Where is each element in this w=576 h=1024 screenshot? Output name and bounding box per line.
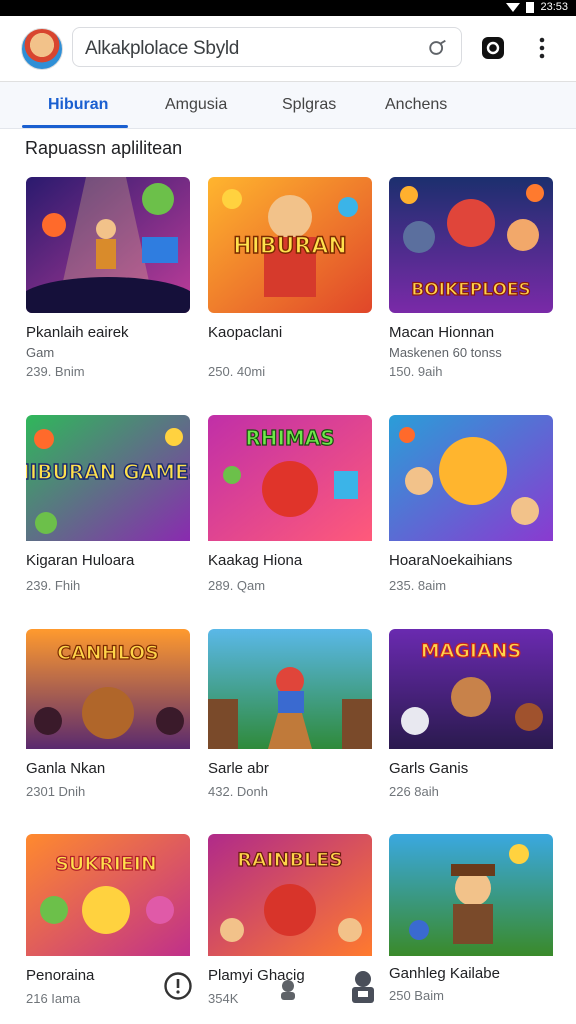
app-card[interactable]: Sarle abr 432. Donh — [208, 629, 372, 799]
app-thumbnail: HIBURAN GAMES — [26, 415, 190, 551]
tab-amgusia[interactable]: Amgusia — [165, 96, 227, 114]
search-input[interactable]: Alkakplolace Sbyld — [72, 27, 462, 67]
tab-hiburan[interactable]: Hiburan — [48, 96, 108, 114]
info-icon[interactable] — [163, 971, 193, 1001]
app-meta: 239. Fhih — [26, 578, 81, 593]
search-icon[interactable] — [427, 37, 449, 59]
more-vert-icon[interactable] — [530, 36, 554, 60]
app-meta: 250 Baim — [389, 988, 444, 1003]
app-title: Kigaran Huloara — [26, 552, 135, 569]
search-text: Alkakplolace Sbyld — [85, 38, 240, 59]
thumb-text: CANHLOS — [57, 642, 159, 664]
app-thumbnail — [208, 629, 372, 765]
avatar[interactable] — [21, 28, 63, 70]
profile-icon[interactable] — [349, 970, 377, 1004]
app-meta: 216 Iama — [26, 991, 81, 1006]
app-card[interactable]: HIBURAN GAMES Kigaran Huloara 239. Fhih — [26, 415, 190, 593]
app-thumbnail — [389, 415, 553, 551]
app-meta: 150. 9aih — [389, 364, 443, 379]
app-meta: 354K — [208, 991, 239, 1006]
person-icon[interactable] — [275, 977, 301, 1003]
app-meta: 250. 40mi — [208, 364, 266, 379]
thumb-text: BOIKEPLOES — [411, 280, 531, 300]
wifi-icon — [506, 2, 521, 12]
battery-icon — [526, 1, 535, 13]
app-title: Macan Hionnan — [389, 324, 495, 341]
app-card[interactable]: RAINBLES Plamyi Ghacig 354K — [208, 834, 372, 1006]
tab-indicator — [22, 125, 128, 128]
app-thumbnail: BOIKEPLOES — [389, 177, 553, 313]
app-thumbnail: HIBURAN — [208, 177, 372, 313]
app-card[interactable]: RHIMAS Kaakag Hiona 289. Qam — [208, 415, 372, 593]
app-card[interactable]: Pkanlaih eairek Gam 239. Bnim — [26, 177, 190, 379]
tab-anchens[interactable]: Anchens — [385, 96, 447, 114]
app-card[interactable]: Ganhleg Kailabe 250 Baim — [389, 834, 553, 1003]
app-thumbnail: RHIMAS — [208, 415, 372, 551]
thumb-text: HIBURAN — [233, 234, 347, 259]
app-meta: 235. 8aim — [389, 578, 447, 593]
app-card[interactable]: HoaraNoekaihians 235. 8aim — [389, 415, 553, 593]
app-title: Penoraina — [26, 967, 95, 984]
thumb-text: RHIMAS — [245, 426, 334, 450]
tab-splgras[interactable]: Splgras — [282, 96, 336, 114]
app-title: Ganhleg Kailabe — [389, 965, 500, 982]
app-title: Kaakag Hiona — [208, 552, 303, 569]
app-meta: 239. Bnim — [26, 364, 85, 379]
app-title: Garls Ganis — [389, 760, 469, 777]
tab-bar: Hiburan Amgusia Splgras Anchens — [0, 82, 576, 129]
app-thumbnail — [389, 834, 553, 970]
thumb-text: SUKRIEIN — [55, 853, 157, 875]
app-meta: 2301 Dnih — [26, 784, 86, 799]
app-title: Pkanlaih eairek — [26, 324, 129, 341]
app-card[interactable]: HIBURAN Kaopaclani 250. 40mi — [208, 177, 372, 379]
section-title: Rapuassn aplilitean — [25, 138, 183, 158]
app-bar: Alkakplolace Sbyld — [0, 16, 576, 82]
status-bar: 23:53 — [0, 0, 576, 16]
app-card[interactable]: CANHLOS Ganla Nkan 2301 Dnih — [26, 629, 190, 799]
app-title: HoaraNoekaihians — [389, 552, 513, 569]
app-thumbnail — [26, 177, 190, 313]
app-thumbnail: CANHLOS — [26, 629, 190, 765]
app-thumbnail: RAINBLES — [208, 834, 372, 970]
thumb-text: MAGIANS — [421, 640, 522, 662]
status-time: 23:53 — [540, 1, 568, 13]
app-card[interactable]: SUKRIEIN Penoraina 216 Iama — [26, 834, 190, 1006]
app-card[interactable]: BOIKEPLOES Macan Hionnan Maskenen 60 ton… — [389, 177, 553, 379]
app-category: Gam — [26, 345, 55, 360]
thumb-text: HIBURAN GAMES — [26, 460, 190, 484]
app-card[interactable]: MAGIANS Garls Ganis 226 8aih — [389, 629, 553, 799]
app-category: Maskenen 60 tonss — [389, 345, 502, 360]
app-thumbnail: MAGIANS — [389, 629, 553, 765]
app-meta: 289. Qam — [208, 578, 266, 593]
app-title: Kaopaclani — [208, 324, 283, 341]
app-meta: 226 8aih — [389, 784, 439, 799]
app-title: Sarle abr — [208, 760, 269, 777]
app-icon[interactable] — [481, 36, 505, 60]
app-thumbnail: SUKRIEIN — [26, 834, 190, 970]
thumb-text: RAINBLES — [237, 849, 343, 871]
app-title: Ganla Nkan — [26, 760, 106, 777]
app-meta: 432. Donh — [208, 784, 268, 799]
